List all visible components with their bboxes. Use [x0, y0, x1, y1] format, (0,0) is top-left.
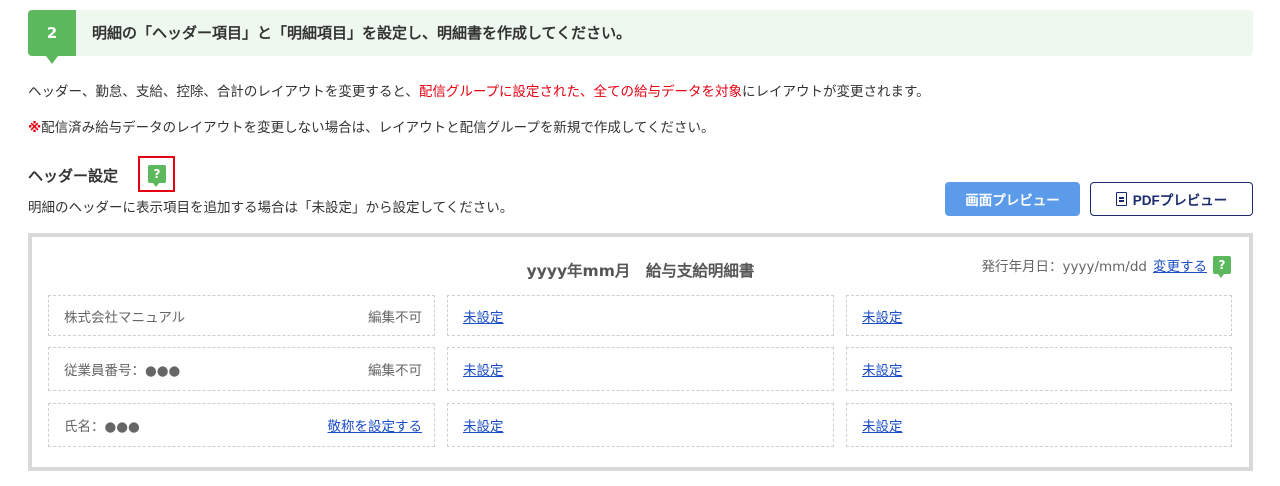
step-title: 明細の「ヘッダー項目」と「明細項目」を設定し、明細書を作成してください。 [92, 24, 632, 42]
header-cell-name: 氏名：●●● 敬称を設定する [48, 403, 435, 447]
warning-text: 配信済み給与データのレイアウトを変更しない場合は、レイアウトと配信グループを新規… [41, 120, 715, 136]
header-cell-unset: 未設定 [846, 403, 1232, 447]
header-cell-unset: 未設定 [846, 347, 1232, 391]
non-editable-note: 編集不可 [368, 363, 422, 379]
header-cell-unset: 未設定 [447, 295, 834, 336]
pdf-preview-button[interactable]: PDFプレビュー [1090, 182, 1253, 216]
notice-text: ヘッダー、勤怠、支給、控除、合計のレイアウトを変更すると、 [28, 84, 419, 100]
pdf-preview-label: PDFプレビュー [1132, 193, 1228, 208]
non-editable-note: 編集不可 [368, 309, 422, 326]
change-issue-date-link[interactable]: 変更する [1153, 255, 1207, 275]
cell-label: 株式会社マニュアル [64, 309, 186, 326]
unset-link[interactable]: 未設定 [862, 306, 903, 326]
unset-link[interactable]: 未設定 [862, 415, 903, 435]
notice-text-end: にレイアウトが変更されます。 [742, 84, 930, 100]
help-highlight-box: ? [138, 156, 175, 192]
header-cell-unset: 未設定 [447, 347, 834, 391]
header-settings-subtitle: 明細のヘッダーに表示項目を追加する場合は「未設定」から設定してください。 [28, 200, 514, 216]
header-cell-employee-number: 従業員番号：●●● 編集不可 [48, 347, 435, 391]
layout-change-notice: ヘッダー、勤怠、支給、控除、合計のレイアウトを変更すると、配信グループに設定され… [28, 80, 930, 100]
warning-mark: ※ [28, 120, 42, 136]
unset-link[interactable]: 未設定 [862, 359, 903, 379]
step-number-badge: 2 [28, 10, 76, 64]
cell-label: 氏名：●●● [64, 419, 140, 435]
notice-highlight: 配信グループに設定された、全ての給与データを対象 [418, 84, 743, 100]
help-icon[interactable]: ? [1213, 256, 1231, 278]
header-cell-company: 株式会社マニュアル 編集不可 [48, 295, 435, 336]
issue-date-label: 発行年月日：yyyy/mm/dd [981, 259, 1148, 275]
unset-link[interactable]: 未設定 [463, 359, 504, 379]
cell-label: 従業員番号：●●● [64, 363, 181, 379]
help-icon[interactable]: ? [148, 165, 166, 187]
step-banner: 2 明細の「ヘッダー項目」と「明細項目」を設定し、明細書を作成してください。 [28, 10, 1253, 64]
set-honorific-link[interactable]: 敬称を設定する [328, 415, 423, 435]
issue-date: 発行年月日：yyyy/mm/dd 変更する ? [981, 255, 1231, 278]
header-preview-panel: yyyy年mm月 給与支給明細書 発行年月日：yyyy/mm/dd 変更する ?… [28, 233, 1253, 471]
screen-preview-button[interactable]: 画面プレビュー [945, 182, 1080, 216]
unset-link[interactable]: 未設定 [463, 306, 504, 326]
header-cell-unset: 未設定 [846, 295, 1232, 336]
document-icon [1115, 192, 1127, 206]
unset-link[interactable]: 未設定 [463, 415, 504, 435]
header-settings-title: ヘッダー設定 [28, 167, 119, 185]
layout-warning: ※配信済み給与データのレイアウトを変更しない場合は、レイアウトと配信グループを新… [28, 116, 715, 136]
header-cell-unset: 未設定 [447, 403, 834, 447]
